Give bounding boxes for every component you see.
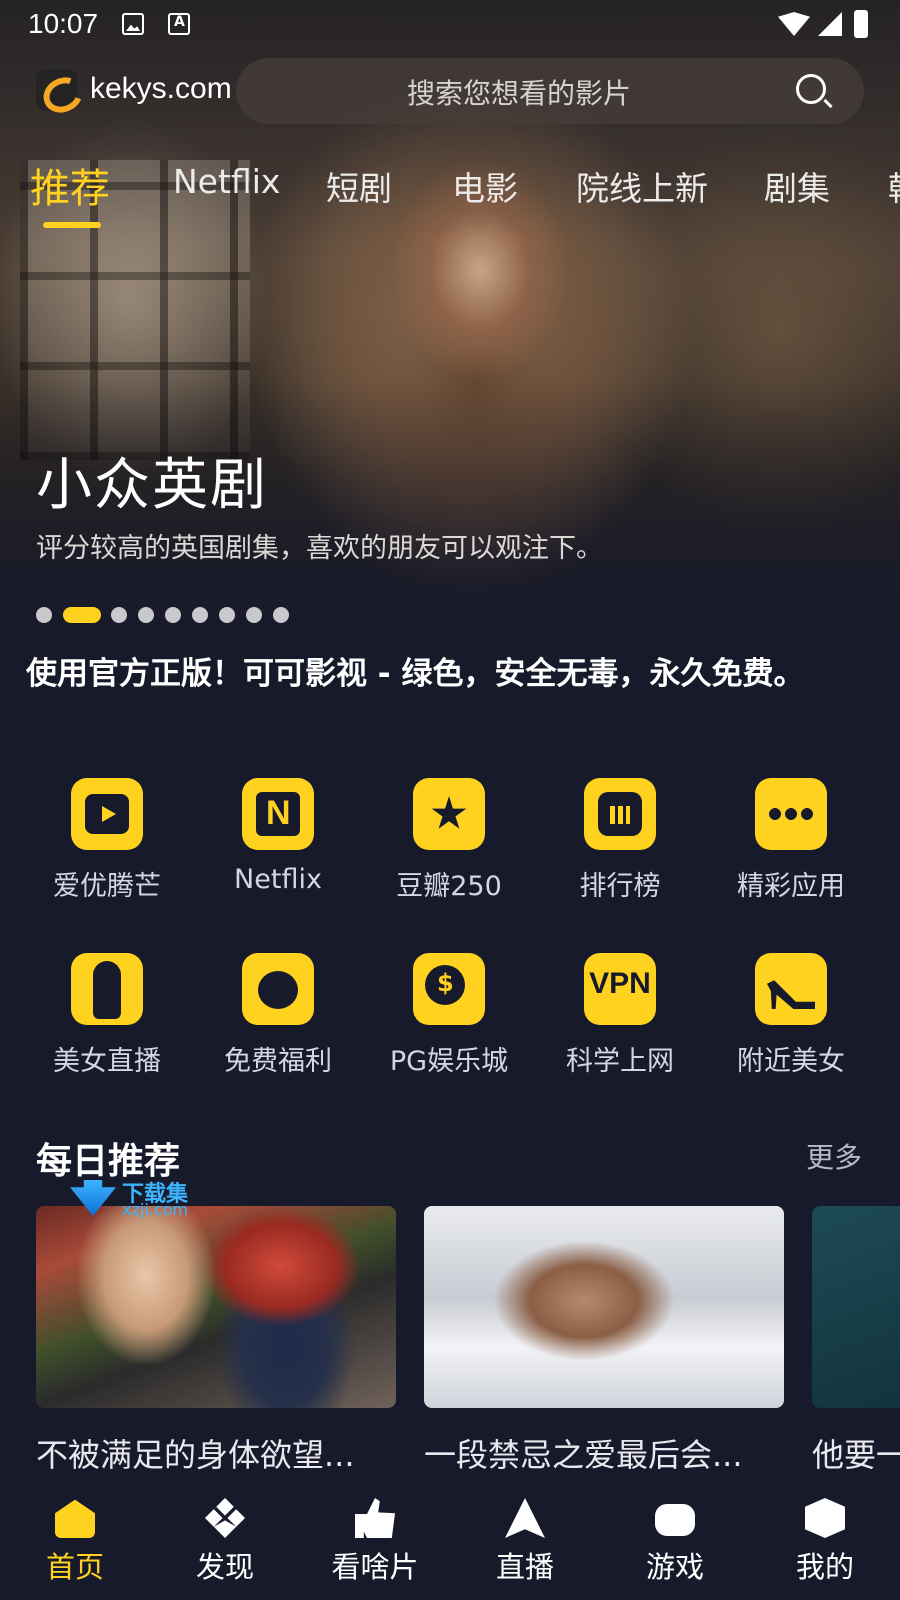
- shortcut-nearby[interactable]: 附近美女: [710, 953, 870, 1093]
- vpn-icon: VPN: [584, 953, 656, 1025]
- play-icon: [71, 778, 143, 850]
- star-icon: [413, 778, 485, 850]
- high-heel-icon: [755, 953, 827, 1025]
- shortcut-pg-casino[interactable]: PG娱乐城: [368, 953, 528, 1093]
- card-thumbnail[interactable]: [812, 1206, 900, 1408]
- card-title: 一段禁忌之爱最后会...: [424, 1436, 743, 1474]
- banner-dot[interactable]: [36, 607, 52, 623]
- home-icon: [55, 1499, 95, 1538]
- ranking-chart-icon: [584, 778, 656, 850]
- banner-dot[interactable]: [138, 607, 154, 623]
- banner-dot[interactable]: [246, 607, 262, 623]
- woman-silhouette-icon: [71, 953, 143, 1025]
- nav-home[interactable]: 首页: [0, 1498, 150, 1598]
- image-notification-icon: [122, 13, 144, 35]
- shortcut-live-girls[interactable]: 美女直播: [26, 953, 186, 1093]
- tab-series[interactable]: 剧集: [764, 162, 830, 210]
- app-logo-icon[interactable]: [36, 69, 78, 111]
- battery-icon: [854, 10, 868, 38]
- card-thumbnail[interactable]: [36, 1206, 396, 1408]
- tab-recommend[interactable]: 推荐: [30, 156, 110, 214]
- wifi-icon: [778, 12, 810, 36]
- banner-dot[interactable]: [111, 607, 127, 623]
- thumbs-up-icon: [355, 1498, 395, 1538]
- banner-dot[interactable]: [165, 607, 181, 623]
- a-notification-icon: [168, 13, 190, 35]
- banner-title: 小众英剧: [36, 453, 268, 518]
- banner-dot[interactable]: [192, 607, 208, 623]
- daily-card[interactable]: 他要一: [812, 1206, 900, 1476]
- banner-subtitle: 评分较高的英国剧集，喜欢的朋友可以观注下。: [36, 533, 603, 564]
- search-bar[interactable]: 搜索您想看的影片: [236, 58, 864, 124]
- shortcut-free-welfare[interactable]: 免费福利: [197, 953, 357, 1093]
- banner-dot[interactable]: [273, 607, 289, 623]
- card-title: 不被满足的身体欲望...: [36, 1436, 355, 1474]
- gamepad-icon: [655, 1504, 695, 1536]
- banner-dot[interactable]: [219, 607, 235, 623]
- tab-short-drama[interactable]: 短剧: [326, 162, 392, 210]
- nav-games[interactable]: 游戏: [600, 1498, 750, 1598]
- live-icon: [505, 1498, 545, 1538]
- notice-text: 使用官方正版！可可影视 - 绿色，安全无毒，永久免费。: [26, 656, 805, 692]
- notice-marquee: 使用官方正版！可可影视 - 绿色，安全无毒，永久免费。: [0, 648, 900, 696]
- daily-card[interactable]: 不被满足的身体欲望...: [36, 1206, 396, 1476]
- nav-discover[interactable]: 发现: [150, 1498, 300, 1598]
- watermark-logo: 下载集 xzji.com: [64, 1178, 214, 1220]
- nav-live[interactable]: 直播: [450, 1498, 600, 1598]
- download-arrow-icon: [70, 1180, 116, 1216]
- nav-what-to-watch[interactable]: 看啥片: [300, 1498, 450, 1598]
- tab-movie[interactable]: 电影: [452, 162, 518, 210]
- bottom-navigation: 首页 发现 看啥片 直播 游戏 我的: [0, 1484, 900, 1600]
- more-dots-icon: [755, 778, 827, 850]
- shortcut-douban250[interactable]: 豆瓣250: [368, 778, 528, 918]
- search-icon[interactable]: [796, 74, 826, 104]
- tab-netflix[interactable]: Netflix: [173, 162, 280, 201]
- tab-korean[interactable]: 韩: [888, 162, 900, 210]
- profile-icon: [805, 1498, 845, 1538]
- shortcut-ranking[interactable]: 排行榜: [539, 778, 699, 918]
- banner-dot-active[interactable]: [63, 607, 101, 623]
- discover-icon: [205, 1498, 245, 1538]
- card-thumbnail[interactable]: [424, 1206, 784, 1408]
- coin-icon: [413, 953, 485, 1025]
- search-placeholder: 搜索您想看的影片: [406, 77, 631, 110]
- shortcut-aiyoutengmang[interactable]: 爱优腾芒: [26, 778, 186, 918]
- fruit-icon: [242, 953, 314, 1025]
- status-bar: 10:07: [0, 0, 900, 48]
- netflix-n-icon: [242, 778, 314, 850]
- daily-more-link[interactable]: 更多: [806, 1136, 862, 1176]
- shortcut-apps[interactable]: 精彩应用: [710, 778, 870, 918]
- card-title: 他要一: [812, 1436, 900, 1474]
- daily-card[interactable]: 一段禁忌之爱最后会...: [424, 1206, 784, 1476]
- nav-profile[interactable]: 我的: [750, 1498, 900, 1598]
- status-time: 10:07: [28, 8, 99, 39]
- shortcut-netflix[interactable]: Netflix: [197, 778, 357, 918]
- site-name: kekys.com: [90, 72, 232, 105]
- tab-cinema-new[interactable]: 院线上新: [576, 162, 708, 210]
- signal-icon: [818, 12, 842, 36]
- active-tab-indicator: [43, 222, 101, 228]
- category-tabs: 推荐 Netflix 短剧 电影 院线上新 剧集 韩: [0, 152, 900, 232]
- shortcut-vpn[interactable]: VPN 科学上网: [539, 953, 699, 1093]
